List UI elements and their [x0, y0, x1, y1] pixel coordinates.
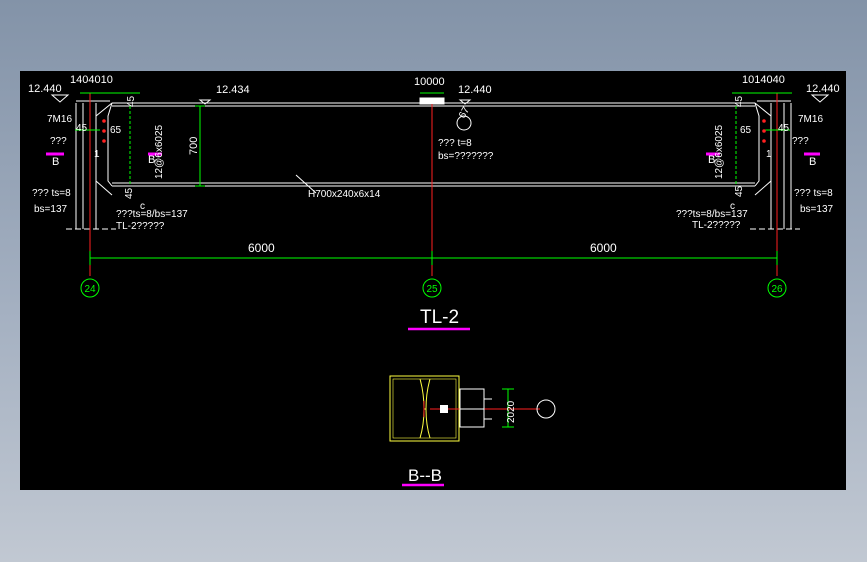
stiffener-ts-left: ??? ts=8 [32, 188, 71, 199]
ref-label-right: TL-2????? [692, 220, 741, 231]
section-mark-right: B [809, 156, 816, 168]
elevation-left: 12.440 [28, 83, 62, 95]
section-dim: 2020 [506, 400, 517, 423]
axis-label-26: 26 [771, 284, 783, 295]
span-left: 6000 [248, 241, 275, 255]
mark-45-right-vert: 45 [734, 95, 745, 107]
beam-outline [107, 97, 760, 187]
drawing-viewport: 12.440 1404010 12.434 10000 12.440 10140… [20, 71, 846, 490]
elevation-mid: 12.440 [458, 84, 492, 96]
mark-45-right-low: 45 [734, 185, 745, 197]
elevation-left-inner: 12.434 [216, 84, 250, 96]
section-view: 2020 [389, 375, 556, 442]
qmarks-left: ??? [50, 136, 67, 147]
axis-label-24: 24 [84, 284, 96, 295]
qmarks-right: ??? [792, 136, 809, 147]
bolt-markers [102, 119, 766, 143]
span-right: 6000 [590, 241, 617, 255]
mark-45-left: 45 [76, 123, 88, 134]
mark-45-right: 45 [778, 123, 790, 134]
stiffener-bs-right: bs=137 [800, 204, 834, 215]
stiffener-tsbs-left: ???ts=8/bs=137 [116, 209, 188, 220]
mark-1-left: 1 [94, 149, 100, 160]
bolt-group-right: 12@6x6025 [714, 124, 725, 179]
axis-lines [89, 93, 778, 276]
bolt-group-left: 12@6x6025 [154, 124, 165, 179]
top-dim-right: 1014040 [742, 74, 785, 86]
beam-drawing: 12.440 1404010 12.434 10000 12.440 10140… [28, 74, 840, 487]
section-title: B--B [408, 466, 442, 485]
dimension-lines [75, 92, 792, 265]
mid-stiffener-t: ??? t=8 [438, 138, 472, 149]
beam-depth: 700 [188, 137, 200, 155]
ref-label-left: TL-2????? [116, 221, 165, 232]
stiffener-tsbs-right: ???ts=8/bs=137 [676, 209, 748, 220]
beam-spec: H700x240x6x14 [308, 189, 381, 200]
elevation-right: 12.440 [806, 83, 840, 95]
drawing-title: TL-2 [420, 307, 459, 328]
stiffener-ts-right: ??? ts=8 [794, 188, 833, 199]
bolts-left: 7M16 [47, 114, 72, 125]
stiffener-bs-left: bs=137 [34, 204, 68, 215]
top-dim-mid: 10000 [414, 76, 445, 88]
right-column [750, 100, 800, 230]
top-dim-left: 1404010 [70, 74, 113, 86]
mark-1-right: 1 [766, 149, 772, 160]
mark-65-left: 65 [110, 125, 122, 136]
mid-stiffener-bs: bs=??????? [438, 151, 494, 162]
section-mark-left: B [52, 156, 59, 168]
bolts-right: 7M16 [798, 114, 823, 125]
mark-45-left-low: 45 [124, 187, 135, 199]
mark-65-right: 65 [740, 125, 752, 136]
axis-label-25: 25 [426, 284, 438, 295]
mark-45-left-vert: 45 [126, 95, 137, 107]
